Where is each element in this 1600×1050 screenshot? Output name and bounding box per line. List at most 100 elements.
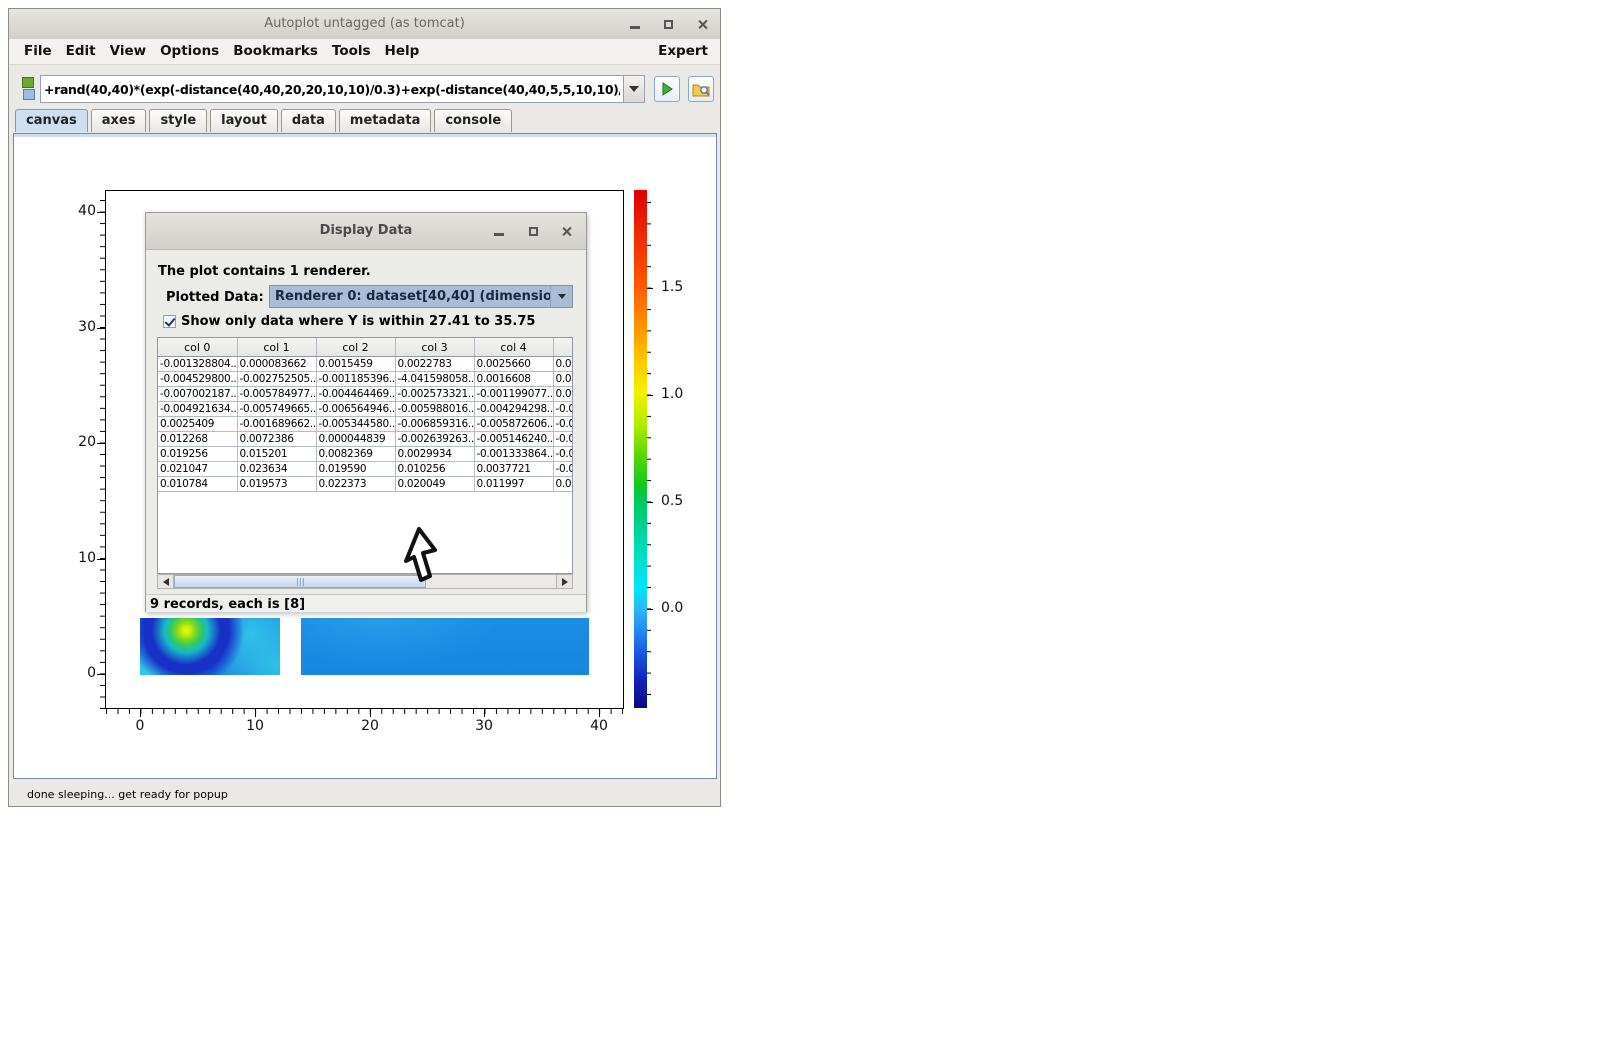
table-cell[interactable]: 0.011997 [474,477,553,492]
table-cell[interactable]: 0.0022783 [395,357,474,372]
table-row[interactable]: -0.007002187...-0.005784977...-0.0044644… [158,387,573,402]
table-cell[interactable]: 0.023634 [237,462,316,477]
table-cell[interactable]: 0.015201 [237,447,316,462]
table-row[interactable]: -0.004921634...-0.005749665...-0.0065649… [158,402,573,417]
plot-canvas[interactable]: Display Data The plot contains 1 rendere… [13,133,717,779]
tab-canvas[interactable]: canvas [15,109,88,132]
table-cell[interactable]: 0.0025660 [474,357,553,372]
table-cell[interactable]: -0.0 [553,402,573,417]
maximize-button[interactable] [659,16,677,32]
table-cell[interactable]: 0.019256 [158,447,237,462]
table-cell[interactable]: 0.010784 [158,477,237,492]
table-cell[interactable]: 0.0072386 [237,432,316,447]
menu-edit[interactable]: Edit [59,39,103,59]
menu-file[interactable]: File [17,39,59,59]
table-cell[interactable]: -0.006859316... [395,417,474,432]
table-cell[interactable]: -0.006564946... [316,402,395,417]
table-cell[interactable]: 0.0082369 [316,447,395,462]
column-header[interactable] [553,338,573,357]
table-cell[interactable]: -0.0 [553,447,573,462]
uri-input[interactable] [40,75,624,103]
dialog-minimize-button[interactable] [490,223,508,239]
table-cell[interactable]: 0.021047 [158,462,237,477]
scrollbar-thumb[interactable] [174,575,426,588]
table-cell[interactable]: -0.005784977... [237,387,316,402]
file-browse-button[interactable] [688,76,714,102]
table-cell[interactable]: 0.00 [553,357,573,372]
close-button[interactable] [693,16,711,32]
column-header[interactable]: col 0 [158,338,237,357]
expert-toggle[interactable]: Expert [658,43,708,59]
table-cell[interactable]: -0.001689662... [237,417,316,432]
table-cell[interactable]: 0.000083662 [237,357,316,372]
table-cell[interactable]: -0.004529800... [158,372,237,387]
table-cell[interactable]: 0.00 [553,372,573,387]
table-row[interactable]: -0.004529800...-0.002752505...-0.0011853… [158,372,573,387]
table-cell[interactable]: -0.001328804... [158,357,237,372]
horizontal-scrollbar[interactable] [157,574,573,589]
table-cell[interactable]: -0.005344580... [316,417,395,432]
table-row[interactable]: -0.001328804...0.0000836620.00154590.002… [158,357,573,372]
table-cell[interactable]: 0.00 [553,387,573,402]
table-cell[interactable]: -0.004294298... [474,402,553,417]
table-cell[interactable]: -0.002573321... [395,387,474,402]
data-table-viewport[interactable]: col 0col 1col 2col 3col 4 -0.001328804...… [157,337,573,574]
uri-history-dropdown[interactable] [624,75,645,103]
table-cell[interactable]: 0.010256 [395,462,474,477]
table-cell[interactable]: -0.004464469... [316,387,395,402]
tab-console[interactable]: console [434,109,512,132]
table-cell[interactable]: -0.005988016... [395,402,474,417]
table-row[interactable]: 0.0025409-0.001689662...-0.005344580...-… [158,417,573,432]
tab-style[interactable]: style [149,109,207,132]
table-cell[interactable]: 0.0029934 [395,447,474,462]
table-cell[interactable]: 0.0015459 [316,357,395,372]
table-cell[interactable]: 0.022373 [316,477,395,492]
table-row[interactable]: 0.0210470.0236340.0195900.0102560.003772… [158,462,573,477]
column-header[interactable]: col 4 [474,338,553,357]
column-header[interactable]: col 3 [395,338,474,357]
table-cell[interactable]: 0.020049 [395,477,474,492]
table-cell[interactable]: 0.0025409 [158,417,237,432]
table-cell[interactable]: -0.001199077... [474,387,553,402]
table-cell[interactable]: -0.0 [553,462,573,477]
plotted-data-dropdown[interactable]: Renderer 0: dataset[40,40] (dimension... [269,285,573,308]
dialog-maximize-button[interactable] [524,223,542,239]
table-row[interactable]: 0.0122680.00723860.000044839-0.002639263… [158,432,573,447]
scroll-right-button[interactable] [556,575,572,588]
table-cell[interactable]: -0.001185396... [316,372,395,387]
dropdown-arrow-button[interactable] [550,286,572,307]
table-cell[interactable]: 0.00 [553,477,573,492]
table-cell[interactable]: 0.000044839 [316,432,395,447]
scroll-left-button[interactable] [158,575,174,588]
table-cell[interactable]: -0.004921634... [158,402,237,417]
table-cell[interactable]: -0.002752505... [237,372,316,387]
menu-help[interactable]: Help [378,39,427,59]
tab-data[interactable]: data [281,109,336,132]
table-cell[interactable]: -0.001333864... [474,447,553,462]
column-header[interactable]: col 2 [316,338,395,357]
table-cell[interactable]: 0.012268 [158,432,237,447]
column-header[interactable]: col 1 [237,338,316,357]
table-cell[interactable]: -0.005749665... [237,402,316,417]
go-play-button[interactable] [654,76,680,102]
table-row[interactable]: 0.0107840.0195730.0223730.0200490.011997… [158,477,573,492]
table-row[interactable]: 0.0192560.0152010.00823690.0029934-0.001… [158,447,573,462]
menu-tools[interactable]: Tools [325,39,378,59]
menu-options[interactable]: Options [153,39,226,59]
table-cell[interactable]: -0.007002187... [158,387,237,402]
tab-metadata[interactable]: metadata [339,109,431,132]
table-cell[interactable]: -0.005872606... [474,417,553,432]
minimize-button[interactable] [626,16,644,32]
dialog-titlebar[interactable]: Display Data [146,213,586,250]
menu-view[interactable]: View [103,39,153,59]
table-cell[interactable]: -4.041598058... [395,372,474,387]
tab-axes[interactable]: axes [91,109,147,132]
table-cell[interactable]: 0.019573 [237,477,316,492]
y-filter-checkbox[interactable] [163,315,176,328]
tab-layout[interactable]: layout [210,109,278,132]
table-cell[interactable]: -0.0 [553,417,573,432]
table-cell[interactable]: 0.0037721 [474,462,553,477]
menu-bookmarks[interactable]: Bookmarks [226,39,325,59]
table-cell[interactable]: -0.002639263... [395,432,474,447]
table-cell[interactable]: 0.0016608 [474,372,553,387]
